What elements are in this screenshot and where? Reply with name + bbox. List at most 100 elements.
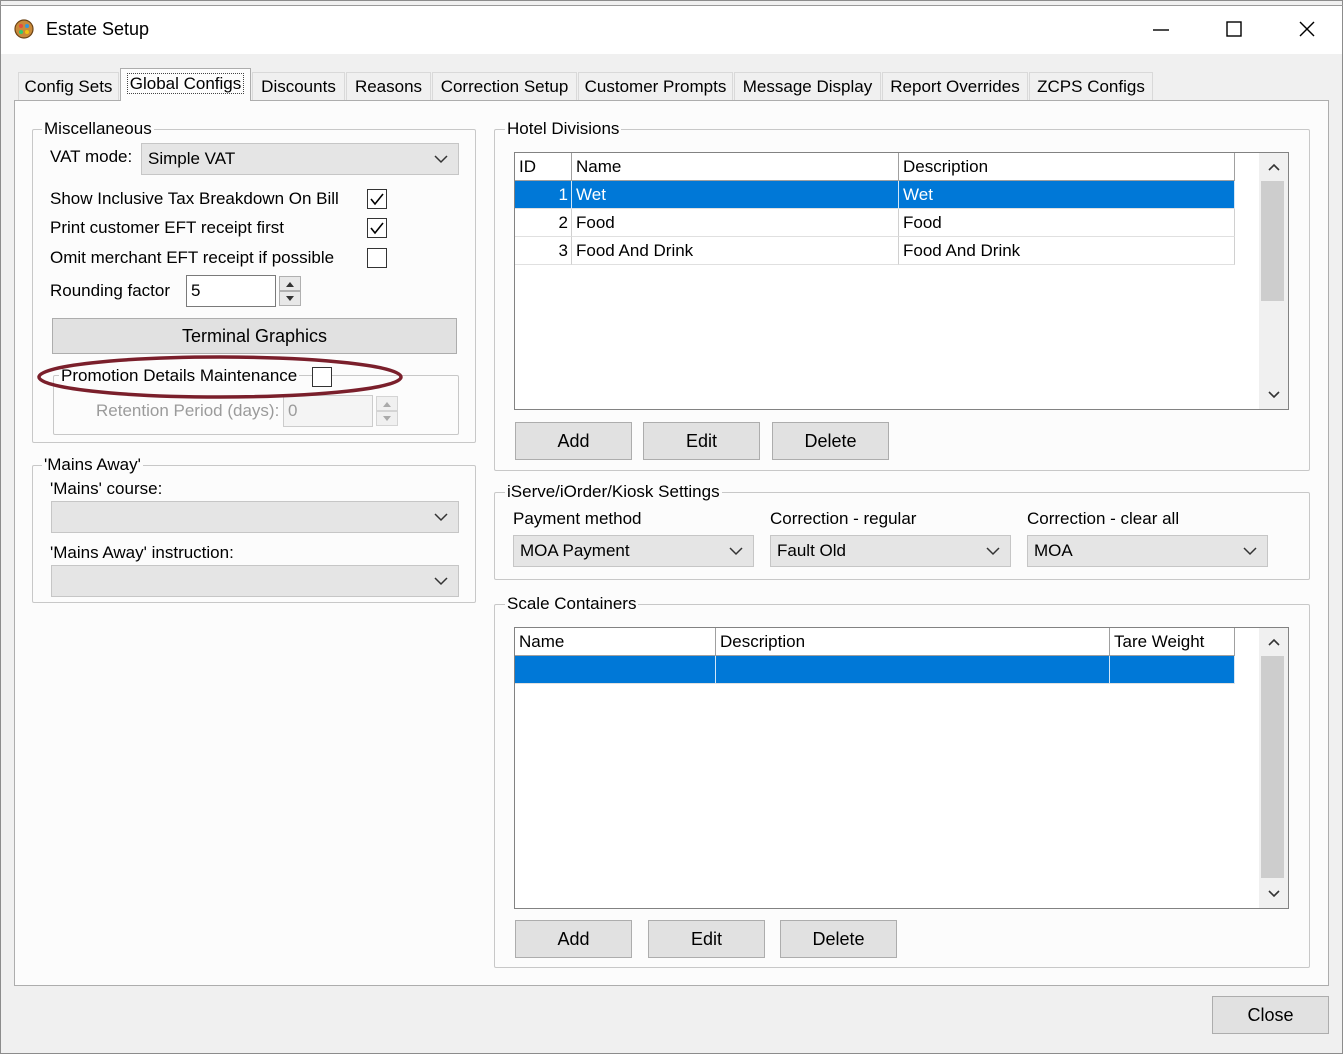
omit-merchant-eft-label: Omit merchant EFT receipt if possible <box>50 248 335 267</box>
table-cell-name[interactable] <box>515 656 716 684</box>
column-header-tare-weight[interactable]: Tare Weight <box>1110 628 1235 656</box>
window-title: Estate Setup <box>46 19 150 39</box>
mains-away-instruction-select[interactable] <box>51 565 459 597</box>
table-cell-description[interactable]: Food <box>899 209 1235 237</box>
scale-containers-group-title: Scale Containers <box>505 594 639 614</box>
arrow-down-icon <box>286 295 294 301</box>
scale-add-button[interactable]: Add <box>515 920 632 958</box>
scroll-thumb[interactable] <box>1261 656 1284 878</box>
tab-label: Config Sets <box>24 77 113 96</box>
iserve-settings-group-title: iServe/iOrder/Kiosk Settings <box>505 482 722 502</box>
vat-mode-label: VAT mode: <box>50 147 133 166</box>
maximize-button[interactable] <box>1219 14 1249 44</box>
tab-label: Customer Prompts <box>584 77 727 96</box>
close-window-button[interactable] <box>1292 14 1322 44</box>
hotel-divisions-grid[interactable]: ID Name Description 1 Wet Wet 2 Food Foo… <box>514 152 1289 410</box>
table-cell-id[interactable]: 3 <box>515 237 572 265</box>
correction-clear-all-label: Correction - clear all <box>1027 509 1180 528</box>
rounding-factor-input[interactable]: 5 <box>186 275 276 307</box>
minimize-button[interactable] <box>1146 14 1176 44</box>
chevron-down-icon <box>986 547 1000 556</box>
chevron-down-icon <box>1243 547 1257 556</box>
tab-message-display[interactable]: Message Display <box>734 72 881 100</box>
tab-label: Discounts <box>261 77 336 96</box>
omit-merchant-eft-checkbox[interactable] <box>367 248 387 268</box>
correction-regular-label: Correction - regular <box>770 509 917 528</box>
table-cell-description[interactable]: Food And Drink <box>899 237 1235 265</box>
table-cell-id[interactable]: 1 <box>515 181 572 209</box>
column-header-name[interactable]: Name <box>572 153 899 181</box>
table-cell-name[interactable]: Food And Drink <box>572 237 899 265</box>
hotel-add-button[interactable]: Add <box>515 422 632 460</box>
tab-global-configs[interactable]: Global Configs <box>120 68 251 101</box>
column-header-id[interactable]: ID <box>515 153 572 181</box>
retention-down-button[interactable] <box>376 411 398 426</box>
scale-containers-scrollbar[interactable] <box>1259 628 1288 908</box>
tab-report-overrides[interactable]: Report Overrides <box>882 72 1028 100</box>
show-inclusive-tax-checkbox[interactable] <box>367 189 387 209</box>
minimize-icon <box>1153 29 1169 31</box>
print-customer-eft-label: Print customer EFT receipt first <box>50 218 284 237</box>
tab-zcps-configs[interactable]: ZCPS Configs <box>1029 72 1153 100</box>
column-header-name[interactable]: Name <box>515 628 716 656</box>
retention-period-label: Retention Period (days): <box>96 401 280 420</box>
chevron-down-icon <box>434 513 448 522</box>
terminal-graphics-button[interactable]: Terminal Graphics <box>52 318 457 354</box>
tab-label: ZCPS Configs <box>1037 77 1145 96</box>
tab-label: Reasons <box>354 77 423 96</box>
rounding-up-button[interactable] <box>279 276 301 291</box>
table-cell-id[interactable]: 2 <box>515 209 572 237</box>
table-cell-name[interactable]: Wet <box>572 181 899 209</box>
hotel-delete-button[interactable]: Delete <box>772 422 889 460</box>
title-bar[interactable] <box>1 6 1342 54</box>
tab-config-sets[interactable]: Config Sets <box>18 72 119 100</box>
scale-containers-grid[interactable]: Name Description Tare Weight <box>514 627 1289 909</box>
show-inclusive-tax-label: Show Inclusive Tax Breakdown On Bill <box>50 189 339 208</box>
hotel-divisions-group-title: Hotel Divisions <box>505 119 622 139</box>
mains-away-instruction-label: 'Mains Away' instruction: <box>50 543 234 562</box>
column-header-description[interactable]: Description <box>899 153 1235 181</box>
maximize-icon <box>1226 21 1242 37</box>
correction-clear-all-value: MOA <box>1034 541 1073 560</box>
vat-mode-value: Simple VAT <box>148 149 236 168</box>
payment-method-value: MOA Payment <box>520 541 630 560</box>
table-cell-description[interactable] <box>716 656 1110 684</box>
miscellaneous-group-title: Miscellaneous <box>42 119 154 139</box>
table-cell-tare-weight[interactable] <box>1110 656 1235 684</box>
arrow-down-icon <box>383 415 391 421</box>
correction-regular-select[interactable]: Fault Old <box>770 535 1011 567</box>
scale-edit-button[interactable]: Edit <box>648 920 765 958</box>
rounding-down-button[interactable] <box>279 291 301 306</box>
scroll-thumb[interactable] <box>1261 181 1284 301</box>
print-customer-eft-checkbox[interactable] <box>367 218 387 238</box>
arrow-up-icon <box>383 401 391 407</box>
chevron-down-icon <box>729 547 743 556</box>
chevron-up-icon[interactable] <box>1267 636 1281 648</box>
checkmark-icon <box>370 193 384 206</box>
hotel-divisions-scrollbar[interactable] <box>1259 153 1288 409</box>
scale-delete-button[interactable]: Delete <box>780 920 897 958</box>
close-button[interactable]: Close <box>1212 996 1329 1034</box>
payment-method-select[interactable]: MOA Payment <box>513 535 754 567</box>
chevron-down-icon[interactable] <box>1267 888 1281 900</box>
tab-customer-prompts[interactable]: Customer Prompts <box>578 72 733 100</box>
tab-correction-setup[interactable]: Correction Setup <box>432 72 577 100</box>
app-icon <box>13 18 35 40</box>
payment-method-label: Payment method <box>513 509 642 528</box>
tab-reasons[interactable]: Reasons <box>346 72 431 100</box>
rounding-factor-label: Rounding factor <box>50 281 171 300</box>
tab-label: Global Configs <box>126 73 245 94</box>
correction-clear-all-select[interactable]: MOA <box>1027 535 1268 567</box>
chevron-down-icon[interactable] <box>1267 389 1281 401</box>
checkmark-icon <box>370 222 384 235</box>
tab-label: Message Display <box>742 77 873 96</box>
vat-mode-select[interactable]: Simple VAT <box>141 143 459 175</box>
tab-discounts[interactable]: Discounts <box>252 72 345 100</box>
chevron-up-icon[interactable] <box>1267 161 1281 173</box>
column-header-description[interactable]: Description <box>716 628 1110 656</box>
tab-label: Correction Setup <box>440 77 569 96</box>
table-cell-description[interactable]: Wet <box>899 181 1235 209</box>
table-cell-name[interactable]: Food <box>572 209 899 237</box>
mains-course-select[interactable] <box>51 501 459 533</box>
hotel-edit-button[interactable]: Edit <box>643 422 760 460</box>
